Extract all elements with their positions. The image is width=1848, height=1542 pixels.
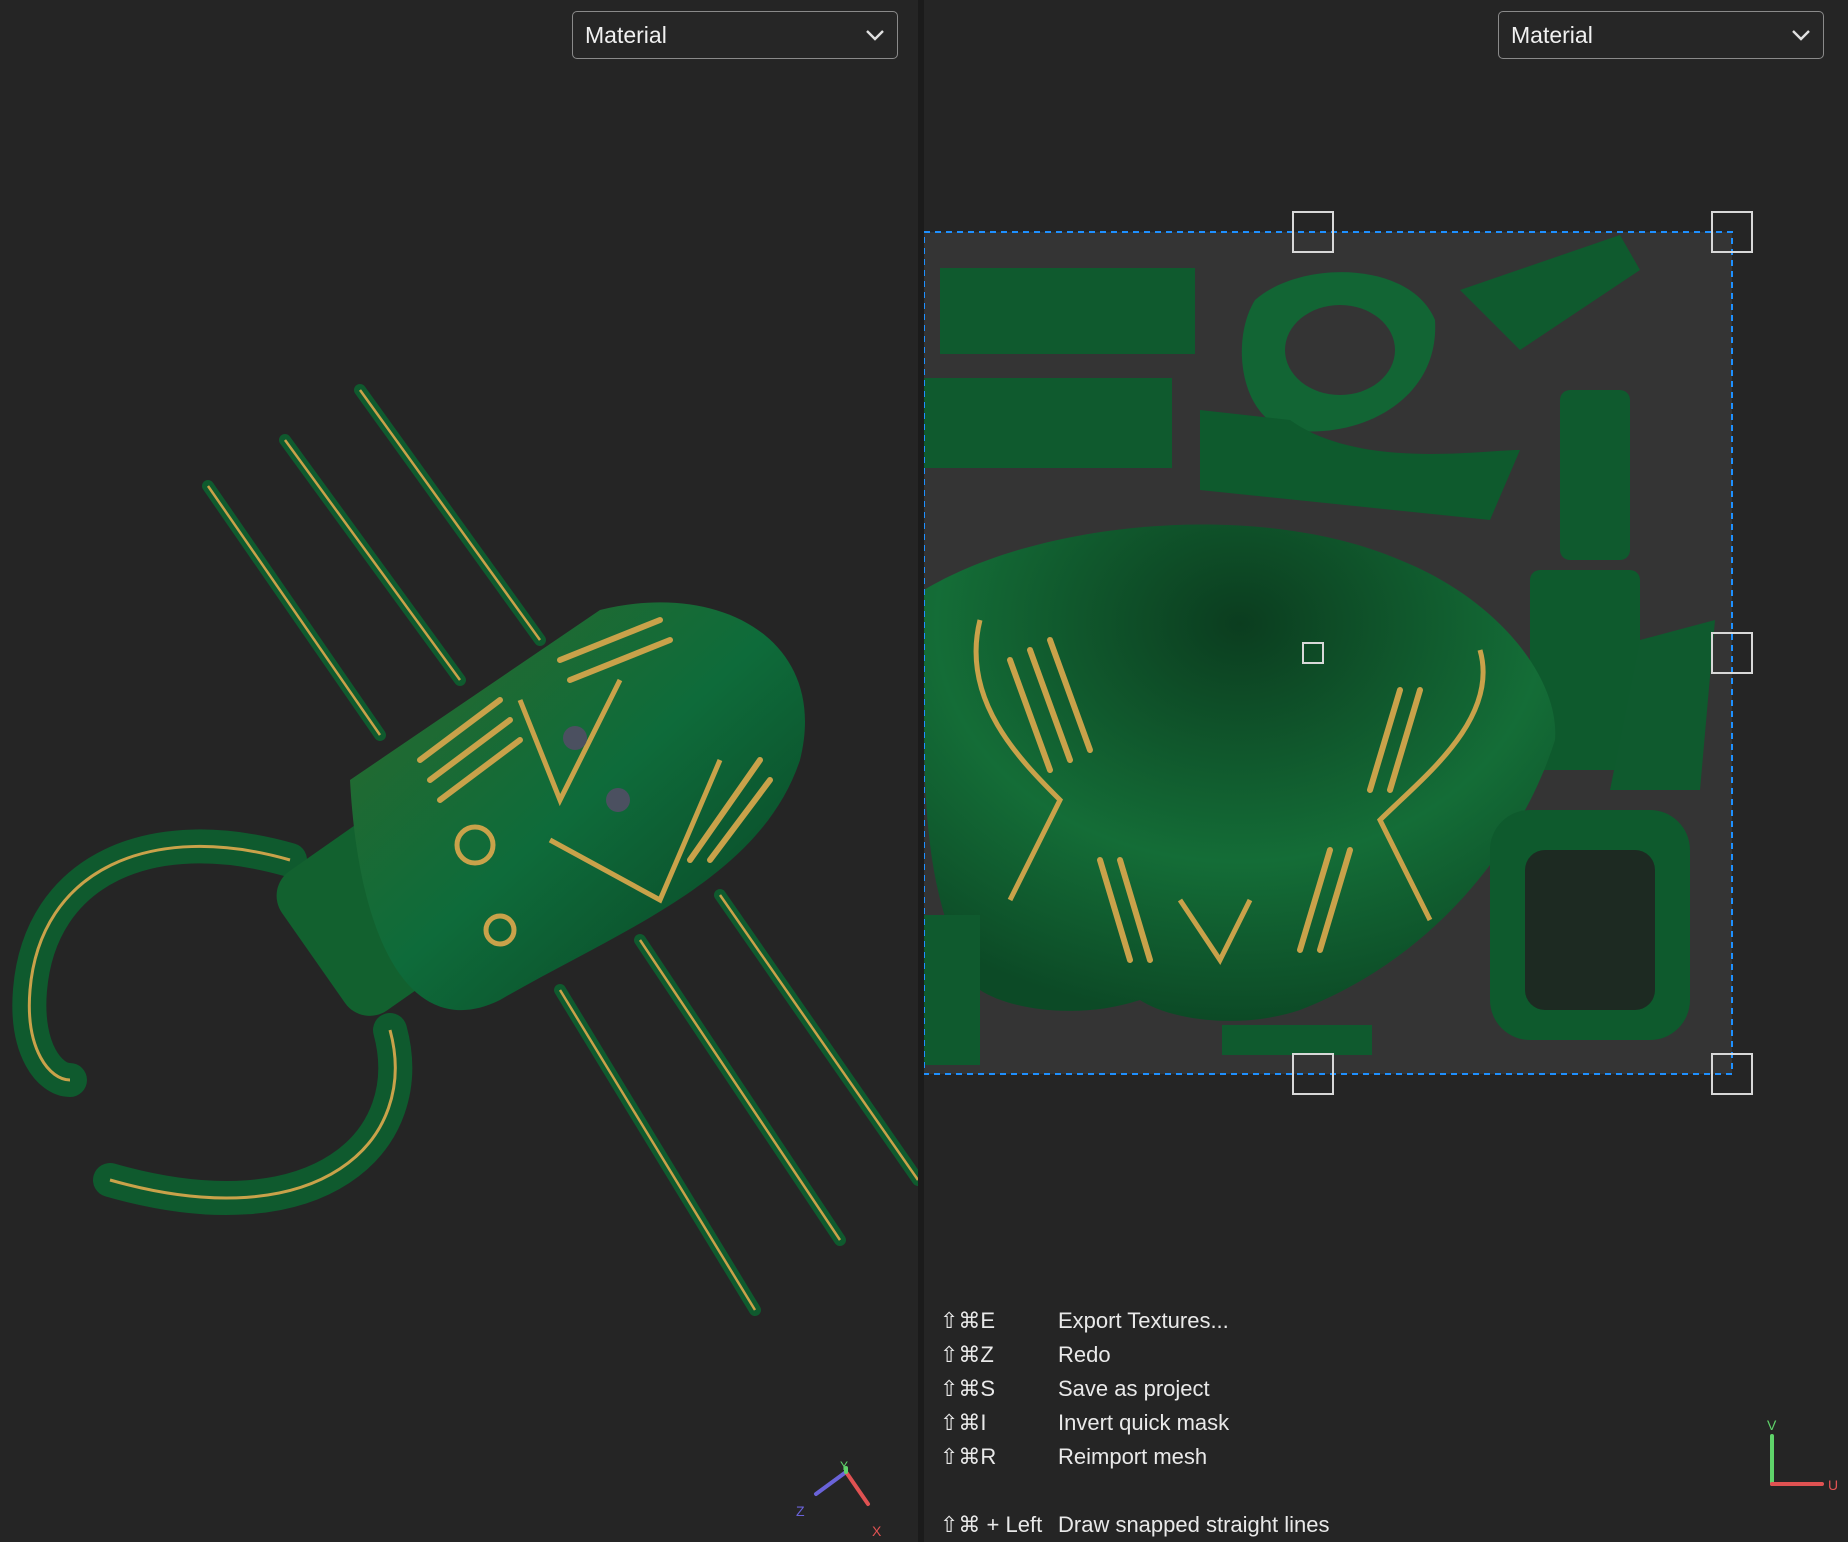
shortcut-action: Save as project [1058,1376,1210,1401]
shortcut-keys: ⇧⌘E [940,1308,996,1333]
uv-u-label: U [1828,1477,1838,1493]
shortcut-action: Reimport mesh [1058,1444,1208,1469]
shortcut-keys: ⇧⌘ + Left [940,1512,1043,1537]
shortcut-action: Invert quick mask [1058,1410,1230,1435]
shortcut-keys: ⇧⌘Z [940,1342,994,1367]
chevron-down-icon [1792,30,1810,41]
axis-gizmo: Z Y X [796,1460,882,1539]
left-material-select[interactable]: Material [572,11,898,59]
material-select-value: Material [1511,21,1593,48]
material-select-value: Material [585,21,667,48]
3d-viewport[interactable]: Material Z Y X [0,0,918,1542]
gizmo-z-label: Z [796,1503,805,1519]
shortcut-keys: ⇧⌘S [940,1376,996,1401]
shortcut-keys: ⇧⌘R [940,1444,997,1469]
shortcut-action: Draw snapped straight lines [1058,1512,1330,1537]
shortcut-action: Redo [1058,1342,1111,1367]
3d-model-scarab[interactable] [0,0,918,1542]
uv-axis-indicator: V U [1767,1417,1838,1493]
uv-v-label: V [1767,1417,1777,1433]
gizmo-x-label: X [872,1523,882,1539]
shortcut-action: Export Textures... [1058,1308,1229,1333]
gizmo-y-label: Y [840,1460,848,1473]
chevron-down-icon [866,30,884,41]
right-material-select[interactable]: Material [1498,11,1824,59]
shortcut-keys: ⇧⌘I [940,1410,987,1435]
